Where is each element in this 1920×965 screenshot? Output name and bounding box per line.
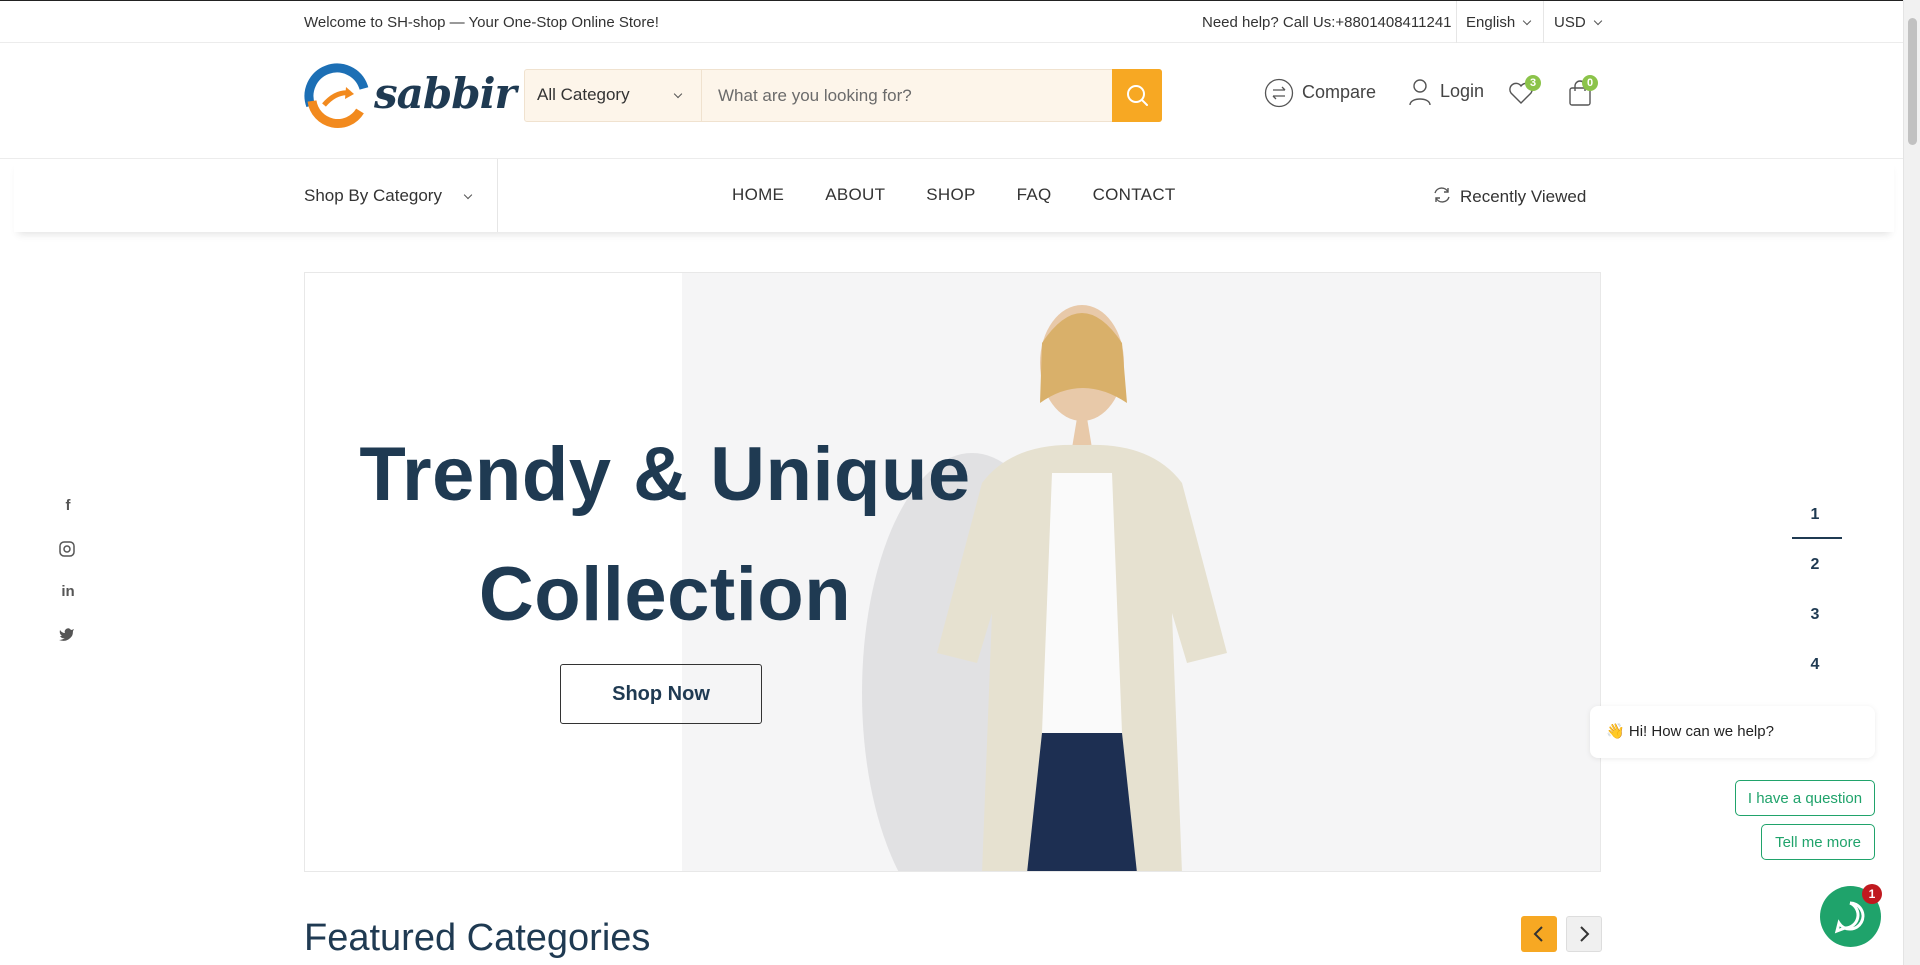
- chat-option-question[interactable]: I have a question: [1735, 780, 1875, 816]
- scrollbar-thumb[interactable]: [1908, 18, 1917, 145]
- compare-icon: [1264, 78, 1294, 108]
- logo-text: sabbir: [374, 69, 517, 118]
- instagram-icon[interactable]: [59, 541, 75, 562]
- nav-item-faq[interactable]: FAQ: [1017, 185, 1052, 205]
- category-select-label: All Category: [537, 85, 630, 104]
- divider: [1543, 1, 1544, 43]
- recently-viewed-link[interactable]: Recently Viewed: [1432, 185, 1586, 207]
- main-nav: Shop By Category HOME ABOUT SHOP FAQ CON…: [14, 159, 1894, 232]
- compare-label: Compare: [1302, 81, 1377, 102]
- hero-slider: Trendy & Unique Collection Shop Now: [304, 272, 1601, 872]
- twitter-icon[interactable]: [59, 627, 75, 646]
- hero-title-line2: Collection: [478, 552, 852, 637]
- chevron-down-icon: [673, 89, 683, 99]
- wave-icon: 👋: [1606, 723, 1625, 740]
- chevron-down-icon: [463, 190, 472, 200]
- prev-arrow-button[interactable]: [1521, 916, 1557, 952]
- chevron-down-icon: [1522, 16, 1532, 26]
- currency-select[interactable]: USD: [1554, 14, 1602, 31]
- slide-dot-1[interactable]: 1: [1790, 506, 1840, 524]
- welcome-message: Welcome to SH-shop — Your One-Stop Onlin…: [304, 14, 659, 31]
- logo[interactable]: sabbir: [304, 63, 517, 129]
- nav-divider: [497, 159, 498, 232]
- top-bar: Welcome to SH-shop — Your One-Stop Onlin…: [0, 0, 1903, 43]
- chat-option-tell-more[interactable]: Tell me more: [1761, 824, 1875, 860]
- featured-categories-heading: Featured Categories: [304, 917, 651, 959]
- login-label: Login: [1440, 80, 1485, 101]
- chevron-down-icon: [1593, 16, 1602, 26]
- user-icon: [1409, 79, 1431, 106]
- nav-menu: HOME ABOUT SHOP FAQ CONTACT: [732, 185, 1217, 205]
- facebook-icon[interactable]: f: [58, 497, 78, 514]
- search-button[interactable]: [1112, 69, 1162, 122]
- refresh-icon: [1434, 187, 1450, 203]
- recently-viewed-label: Recently Viewed: [1460, 187, 1587, 206]
- chevron-left-icon: [1533, 926, 1543, 942]
- twitter-glyph: [59, 628, 74, 641]
- instagram-glyph: [59, 541, 75, 557]
- slide-dot-3[interactable]: 3: [1790, 606, 1840, 624]
- language-label: English: [1466, 14, 1516, 31]
- linkedin-icon[interactable]: in: [58, 583, 78, 600]
- slide-dot-2[interactable]: 2: [1790, 556, 1840, 574]
- shop-now-button[interactable]: Shop Now: [560, 664, 762, 724]
- active-slide-indicator: [1792, 537, 1842, 539]
- nav-item-contact[interactable]: CONTACT: [1093, 185, 1176, 205]
- next-arrow-button[interactable]: [1566, 916, 1602, 952]
- compare-link[interactable]: Compare: [1264, 78, 1376, 108]
- cart-button[interactable]: 0: [1568, 75, 1598, 109]
- nav-item-shop[interactable]: SHOP: [926, 185, 975, 205]
- currency-label: USD: [1554, 14, 1586, 31]
- chat-notification-badge: 1: [1862, 884, 1882, 904]
- page-scrollbar[interactable]: [1903, 0, 1920, 965]
- hero-title-line1: Trendy & Unique: [359, 432, 971, 517]
- divider: [1456, 1, 1457, 43]
- cart-count-badge: 0: [1582, 75, 1598, 91]
- chat-greeting: 👋 Hi! How can we help?: [1590, 706, 1875, 758]
- wishlist-button[interactable]: 3: [1508, 75, 1541, 109]
- nav-item-about[interactable]: ABOUT: [825, 185, 885, 205]
- logo-mark-icon: [304, 63, 370, 129]
- chat-greeting-text: Hi! How can we help?: [1628, 723, 1774, 740]
- shop-by-category-label: Shop By Category: [304, 186, 442, 205]
- nav-item-home[interactable]: HOME: [732, 185, 784, 205]
- category-select[interactable]: All Category: [525, 70, 702, 121]
- shop-by-category-dropdown[interactable]: Shop By Category: [304, 186, 472, 206]
- search-bar: All Category: [524, 69, 1162, 122]
- site-header: sabbir All Category Compare Login 3: [0, 43, 1903, 159]
- wishlist-count-badge: 3: [1525, 75, 1541, 91]
- chevron-right-icon: [1580, 926, 1590, 942]
- login-link[interactable]: Login: [1408, 78, 1484, 106]
- language-select[interactable]: English: [1466, 14, 1532, 31]
- search-input[interactable]: [703, 70, 1113, 121]
- search-icon: [1127, 85, 1148, 106]
- slide-dot-4[interactable]: 4: [1790, 656, 1840, 674]
- help-phone[interactable]: Need help? Call Us:+8801408411241: [1202, 14, 1452, 31]
- hero-title: Trendy & Unique Collection: [305, 415, 1025, 655]
